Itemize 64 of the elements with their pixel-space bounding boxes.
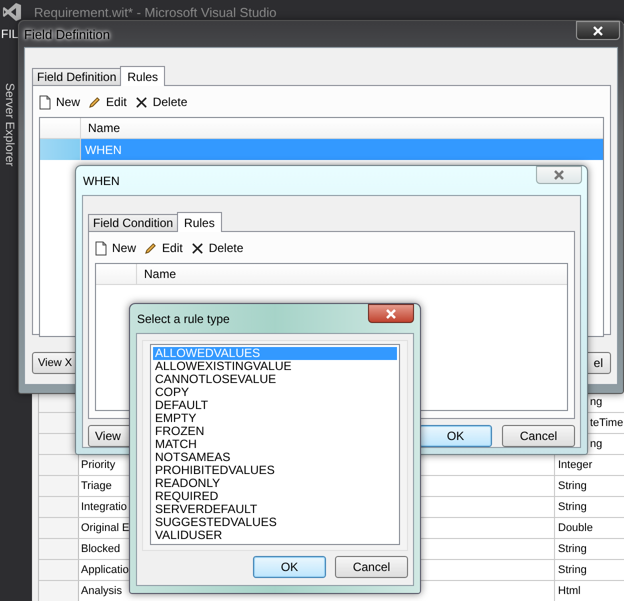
table-cell: String: [558, 480, 587, 492]
window-title: Requirement.wit* - Microsoft Visual Studio: [34, 4, 277, 20]
list-item[interactable]: EMPTY: [153, 412, 397, 425]
close-button[interactable]: [576, 21, 620, 40]
table-cell: Original E: [81, 522, 130, 534]
table-cell: Integer: [558, 459, 592, 471]
delete-icon: [190, 242, 204, 254]
tab[interactable]: Rules: [120, 66, 166, 86]
toolbar-button[interactable]: New: [95, 240, 136, 256]
table-cell: String: [558, 564, 587, 576]
list-item[interactable]: DEFAULT: [153, 399, 397, 412]
document-icon: [95, 240, 107, 256]
tab[interactable]: Field Condition: [88, 214, 178, 231]
table-cell: Priority: [81, 459, 116, 471]
pencil-icon: [144, 242, 158, 254]
close-icon: [553, 170, 565, 180]
tab[interactable]: Rules: [177, 212, 222, 232]
toolbar-button[interactable]: Delete: [190, 241, 244, 255]
close-button[interactable]: [368, 304, 414, 323]
close-icon: [593, 26, 603, 36]
table-cell: Applicatio: [81, 564, 129, 576]
dialog-button[interactable]: OK: [253, 556, 326, 578]
table-cell: teTime: [590, 417, 624, 429]
list-item[interactable]: SUGGESTEDVALUES: [153, 516, 397, 529]
delete-icon: [134, 96, 148, 108]
list-item[interactable]: SERVERDEFAULT: [153, 503, 397, 516]
pencil-icon: [88, 96, 102, 108]
table-cell: ng: [590, 396, 602, 408]
toolbar-button[interactable]: Edit: [88, 95, 127, 109]
table-cell: Triage: [81, 480, 112, 492]
side-tab[interactable]: Server Explorer: [3, 83, 17, 166]
dialog-button[interactable]: Cancel: [335, 556, 408, 578]
dialog-button[interactable]: Cancel: [502, 425, 575, 447]
table-cell: Html: [558, 585, 581, 597]
list-item[interactable]: VALIDUSER: [153, 529, 397, 542]
table-cell: Blocked: [81, 543, 120, 555]
list-item[interactable]: ALLOWEXISTINGVALUE: [153, 360, 397, 373]
menu-item[interactable]: FIL: [1, 27, 18, 41]
table-cell: Analysis: [81, 585, 122, 597]
document-icon: [39, 94, 51, 110]
list-item[interactable]: REQUIRED: [153, 490, 397, 503]
table-cell: ng: [590, 438, 602, 450]
list-item[interactable]: PROHIBITEDVALUES: [153, 464, 397, 477]
tab[interactable]: Field Definition: [32, 68, 122, 85]
table-cell: String: [558, 543, 587, 555]
list-item[interactable]: FROZEN: [153, 425, 397, 438]
toolbar-button[interactable]: New: [39, 94, 80, 110]
list-item[interactable]: READONLY: [153, 477, 397, 490]
list-item[interactable]: NOTSAMEAS: [153, 451, 397, 464]
list-item[interactable]: CANNOTLOSEVALUE: [153, 373, 397, 386]
logo-icon: [2, 2, 22, 22]
list-item[interactable]: COPY: [153, 386, 397, 399]
table-cell: String: [558, 501, 587, 513]
toolbar-button[interactable]: Edit: [144, 241, 183, 255]
table-cell: Integratio: [81, 501, 127, 513]
dialog-title: WHEN: [83, 174, 120, 188]
close-icon: [385, 308, 397, 318]
dialog-title: Select a rule type: [137, 312, 230, 326]
rule-type-list[interactable]: ALLOWEDVALUES ALLOWEXISTINGVALUE CANNOTLOSEVALUE COPY DEFAULT EMPTY FROZEN MATCH NOTSAMEAS PROHIBITEDVALUES READONLY REQUIRED SERVERDEFAULT SUGGESTEDVALUES VALIDUSER: [150, 344, 400, 545]
dialog-button[interactable]: OK: [419, 425, 492, 447]
toolbar-button[interactable]: Delete: [134, 95, 188, 109]
dialog-title: Field Definition: [24, 27, 110, 42]
table-cell: Double: [558, 522, 593, 534]
list-item[interactable]: MATCH: [153, 438, 397, 451]
